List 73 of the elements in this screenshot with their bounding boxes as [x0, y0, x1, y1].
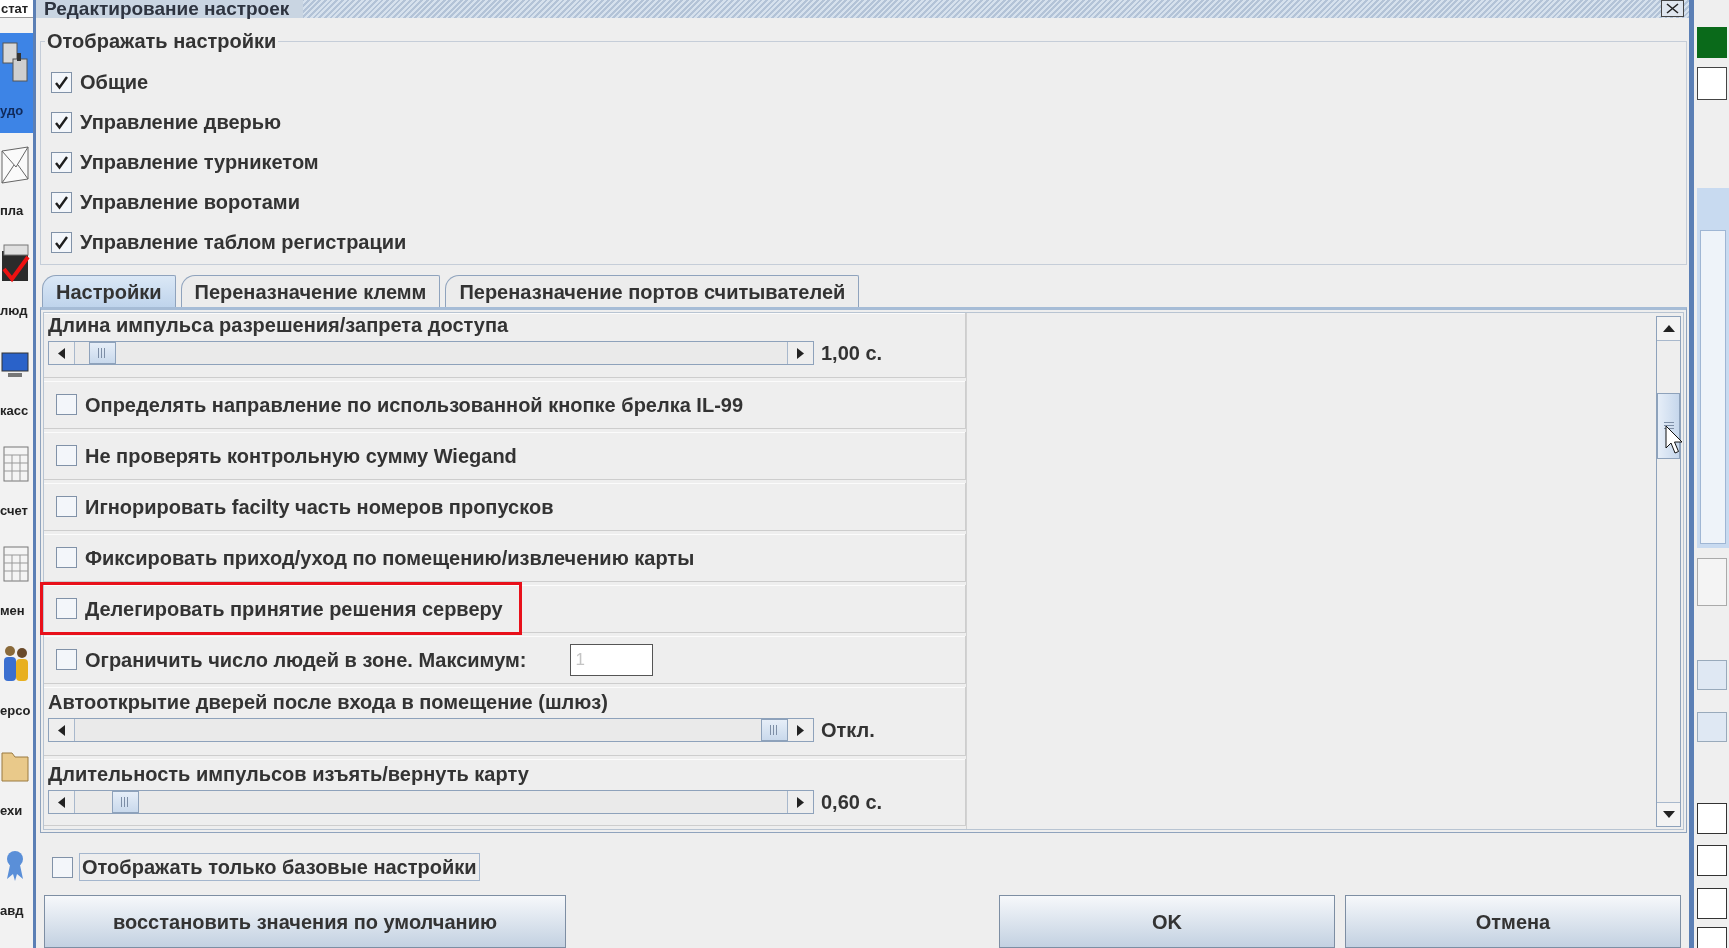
checkbox-label: Игнорировать facilty часть номеров пропусков	[85, 494, 554, 519]
cancel-button[interactable]: Отмена	[1345, 895, 1681, 948]
restore-defaults-button[interactable]: восстановить значения по умолчанию	[44, 895, 566, 948]
right-arrow-icon	[797, 796, 804, 808]
checkbox[interactable]	[51, 111, 72, 133]
slider-thumb[interactable]	[88, 342, 116, 364]
sidebar-item[interactable]: мен	[0, 533, 33, 633]
checkbox[interactable]	[56, 496, 77, 517]
left-arrow-icon	[58, 724, 65, 736]
sidebar-item[interactable]: счет	[0, 433, 33, 533]
checkbox[interactable]	[56, 598, 77, 619]
checkbox-label: Не проверять контрольную сумму Wiegand	[85, 443, 517, 468]
checkbox[interactable]	[51, 151, 72, 173]
vertical-scrollbar[interactable]	[1656, 316, 1681, 827]
checkbox[interactable]	[56, 649, 77, 670]
slider-value: 0,60 с.	[821, 790, 883, 814]
slider-value: 1,00 с.	[821, 341, 883, 365]
slider-thumb[interactable]	[761, 719, 789, 741]
scroll-up-button[interactable]	[1657, 317, 1680, 341]
sidebar-item[interactable]: ехи	[0, 733, 33, 833]
sidebar-item[interactable]: пла	[0, 133, 33, 233]
checkbox-label: Ограничить число людей в зоне. Максимум:	[85, 647, 527, 672]
sidebar-item[interactable]: ерсо	[0, 633, 33, 733]
checkbox[interactable]	[56, 394, 77, 415]
checkbox[interactable]	[51, 231, 72, 253]
checkbox-label: Фиксировать приход/уход по помещению/извлечению карты	[85, 545, 695, 570]
scroll-left-button[interactable]	[49, 342, 75, 364]
checkbox[interactable]	[52, 856, 73, 878]
checkbox-label: Делегировать принятие решения серверу	[85, 596, 503, 621]
slider-track[interactable]	[48, 718, 814, 742]
sidebar-item[interactable]: авд	[0, 833, 33, 933]
close-button[interactable]	[1661, 0, 1684, 17]
background-tab[interactable]: стат	[0, 0, 33, 18]
scroll-left-button[interactable]	[49, 791, 75, 813]
scroll-right-button[interactable]	[787, 719, 813, 741]
down-arrow-icon	[1662, 811, 1675, 818]
close-icon	[1666, 3, 1679, 14]
checkbox[interactable]	[51, 191, 72, 213]
checkbox-label: Управление таблом регистрации	[80, 230, 407, 254]
mouse-pointer-icon	[1665, 425, 1683, 454]
checkbox-label: Управление воротами	[80, 190, 300, 214]
sidebar-item[interactable]: удо	[0, 33, 33, 133]
left-arrow-icon	[58, 796, 65, 808]
tab[interactable]: Настройки	[42, 275, 176, 307]
checkbox-label: Отображать только базовые настройки	[79, 853, 480, 881]
scroll-down-button[interactable]	[1657, 802, 1680, 826]
sidebar-item[interactable]: люд	[0, 233, 33, 333]
checkbox-label: Управление турникетом	[80, 150, 319, 174]
right-arrow-icon	[797, 724, 804, 736]
slider-track[interactable]	[48, 790, 814, 814]
slider-thumb[interactable]	[111, 791, 139, 813]
up-arrow-icon	[1662, 325, 1675, 332]
slider-value: Откл.	[821, 718, 875, 742]
tab[interactable]: Переназначение портов считывателей	[445, 275, 860, 307]
checkbox-label: Управление дверью	[80, 110, 282, 134]
checkbox-label: Общие	[80, 70, 149, 94]
scroll-left-button[interactable]	[49, 719, 75, 741]
checkbox-label: Определять направление по использованной кнопке брелка IL-99	[85, 392, 744, 417]
slider-track[interactable]	[48, 341, 814, 365]
window-title: Редактирование настроек	[36, 0, 304, 18]
checkbox[interactable]	[56, 445, 77, 466]
right-arrow-icon	[797, 347, 804, 359]
scroll-right-button[interactable]	[787, 791, 813, 813]
slider-label: Длительность импульсов изъять/вернуть карту	[48, 762, 530, 786]
tab[interactable]: Переназначение клемм	[180, 275, 441, 307]
scroll-right-button[interactable]	[787, 342, 813, 364]
checkbox[interactable]	[56, 547, 77, 568]
slider-label: Автооткрытие дверей после входа в помещение (шлюз)	[48, 690, 609, 714]
ok-button[interactable]: OK	[999, 895, 1335, 948]
slider-label: Длина импульса разрешения/запрета доступа	[48, 313, 510, 337]
checkbox[interactable]	[51, 71, 72, 93]
left-arrow-icon	[58, 347, 65, 359]
sidebar-item[interactable]: касс	[0, 333, 33, 433]
